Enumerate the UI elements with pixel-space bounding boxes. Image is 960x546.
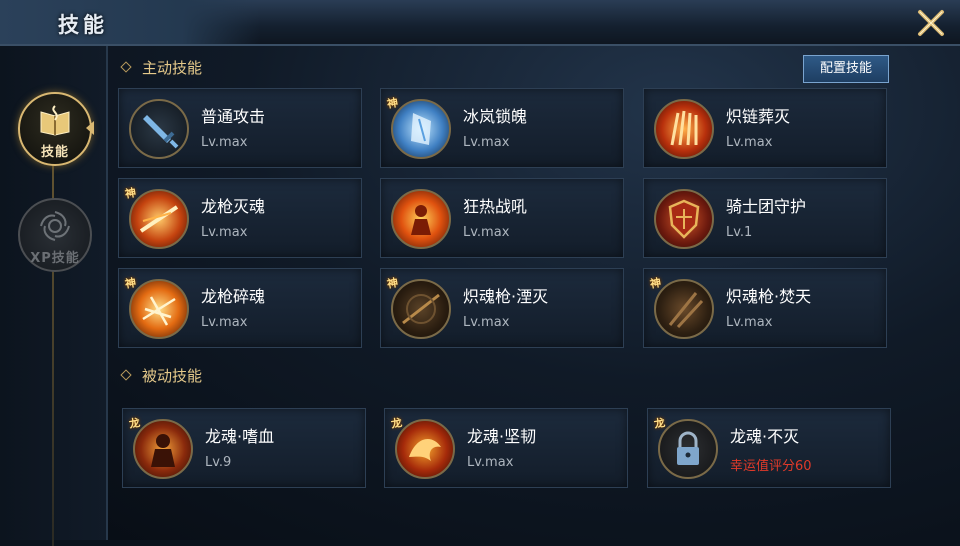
xp-spiral-icon <box>40 211 70 241</box>
passive-card-bloodthirst[interactable]: 龙 龙魂·嗜血 Lv.9 <box>122 408 366 488</box>
skill-level: Lv.max <box>467 455 514 470</box>
skill-name: 炽链葬灭 <box>726 107 791 126</box>
tab-xp-skills[interactable]: XP技能 <box>18 198 92 272</box>
configure-skills-button[interactable]: 配置技能 <box>803 55 889 83</box>
skill-name: 冰岚锁魄 <box>463 107 528 126</box>
fire-claw-icon <box>654 99 714 159</box>
skill-level: Lv.max <box>201 225 248 240</box>
passive-card-immortal[interactable]: 龙 龙魂·不灭 幸运值评分60 <box>647 408 891 488</box>
fire-spear-icon <box>129 189 189 249</box>
divine-badge: 神 <box>124 186 138 201</box>
skill-card-normal-attack[interactable]: 普通攻击 Lv.max <box>118 88 362 168</box>
blood-warrior-icon <box>133 419 193 479</box>
skill-name: 龙魂·嗜血 <box>205 427 275 446</box>
lock-icon <box>658 419 718 479</box>
skill-card-war-cry[interactable]: 狂热战吼 Lv.max <box>380 178 624 258</box>
active-skills-heading: 主动技能 <box>120 57 203 78</box>
dragon-badge: 龙 <box>390 416 404 431</box>
skill-level: Lv.1 <box>726 225 753 240</box>
sword-icon <box>129 99 189 159</box>
dragon-badge: 龙 <box>653 416 667 431</box>
skill-level: Lv.9 <box>205 455 232 470</box>
skill-level: Lv.max <box>463 135 510 150</box>
section-diamond-icon <box>120 368 132 381</box>
passive-card-tenacity[interactable]: 龙 龙魂·坚韧 Lv.max <box>384 408 628 488</box>
sidebar-divider <box>52 106 54 546</box>
skill-level: Lv.max <box>463 225 510 240</box>
unlock-requirement: 幸运值评分60 <box>730 459 812 474</box>
dark-flame-icon <box>654 279 714 339</box>
passive-skills-heading: 被动技能 <box>120 365 203 386</box>
section-diamond-icon <box>120 60 132 73</box>
passive-skills-title: 被动技能 <box>142 367 203 385</box>
skill-card-dragon-spear-shatter[interactable]: 神 龙枪碎魂 Lv.max <box>118 268 362 348</box>
active-skills-title: 主动技能 <box>142 59 203 77</box>
title-plate <box>0 0 260 44</box>
skill-card-fire-chain[interactable]: 炽链葬灭 Lv.max <box>643 88 887 168</box>
skill-level: Lv.max <box>726 315 773 330</box>
dark-spear-icon <box>391 279 451 339</box>
close-button[interactable] <box>914 6 948 40</box>
skill-name: 狂热战吼 <box>463 197 528 216</box>
divine-badge: 神 <box>386 276 400 291</box>
skill-name: 普通攻击 <box>201 107 266 126</box>
close-icon <box>918 10 944 36</box>
active-tab-pointer <box>86 121 94 135</box>
skill-name: 骑士团守护 <box>726 197 807 216</box>
flame-burst-icon <box>129 279 189 339</box>
skill-level: Lv.max <box>463 315 510 330</box>
divine-badge: 神 <box>649 276 663 291</box>
skill-card-knight-guard[interactable]: 骑士团守护 Lv.1 <box>643 178 887 258</box>
skill-card-ice-lock[interactable]: 神 冰岚锁魄 Lv.max <box>380 88 624 168</box>
skill-name: 龙枪碎魂 <box>201 287 266 306</box>
skill-name: 炽魂枪·湮灭 <box>463 287 549 306</box>
skill-card-soul-spear-annihilate[interactable]: 神 炽魂枪·湮灭 Lv.max <box>380 268 624 348</box>
skill-name: 炽魂枪·焚天 <box>726 287 812 306</box>
title-bar: 技能 <box>0 0 960 46</box>
tab-xp-skills-label: XP技能 <box>30 251 80 266</box>
skill-name: 龙魂·坚韧 <box>467 427 537 446</box>
war-cry-icon <box>391 189 451 249</box>
skill-book-icon <box>40 105 70 136</box>
skill-name: 龙魂·不灭 <box>730 427 800 446</box>
skill-level: Lv.max <box>201 135 248 150</box>
fire-dragon-icon <box>395 419 455 479</box>
window-title: 技能 <box>58 12 108 37</box>
skill-level: Lv.max <box>201 315 248 330</box>
skill-card-dragon-spear-soul[interactable]: 神 龙枪灭魂 Lv.max <box>118 178 362 258</box>
divine-badge: 神 <box>124 276 138 291</box>
skill-card-soul-spear-burn-sky[interactable]: 神 炽魂枪·焚天 Lv.max <box>643 268 887 348</box>
shield-icon <box>654 189 714 249</box>
skill-level: Lv.max <box>726 135 773 150</box>
skill-name: 龙枪灭魂 <box>201 197 266 216</box>
tab-skills-label: 技能 <box>40 145 69 160</box>
divine-badge: 神 <box>386 96 400 111</box>
dragon-badge: 龙 <box>128 416 142 431</box>
ice-shard-icon <box>391 99 451 159</box>
tab-skills[interactable]: 技能 <box>18 92 92 166</box>
